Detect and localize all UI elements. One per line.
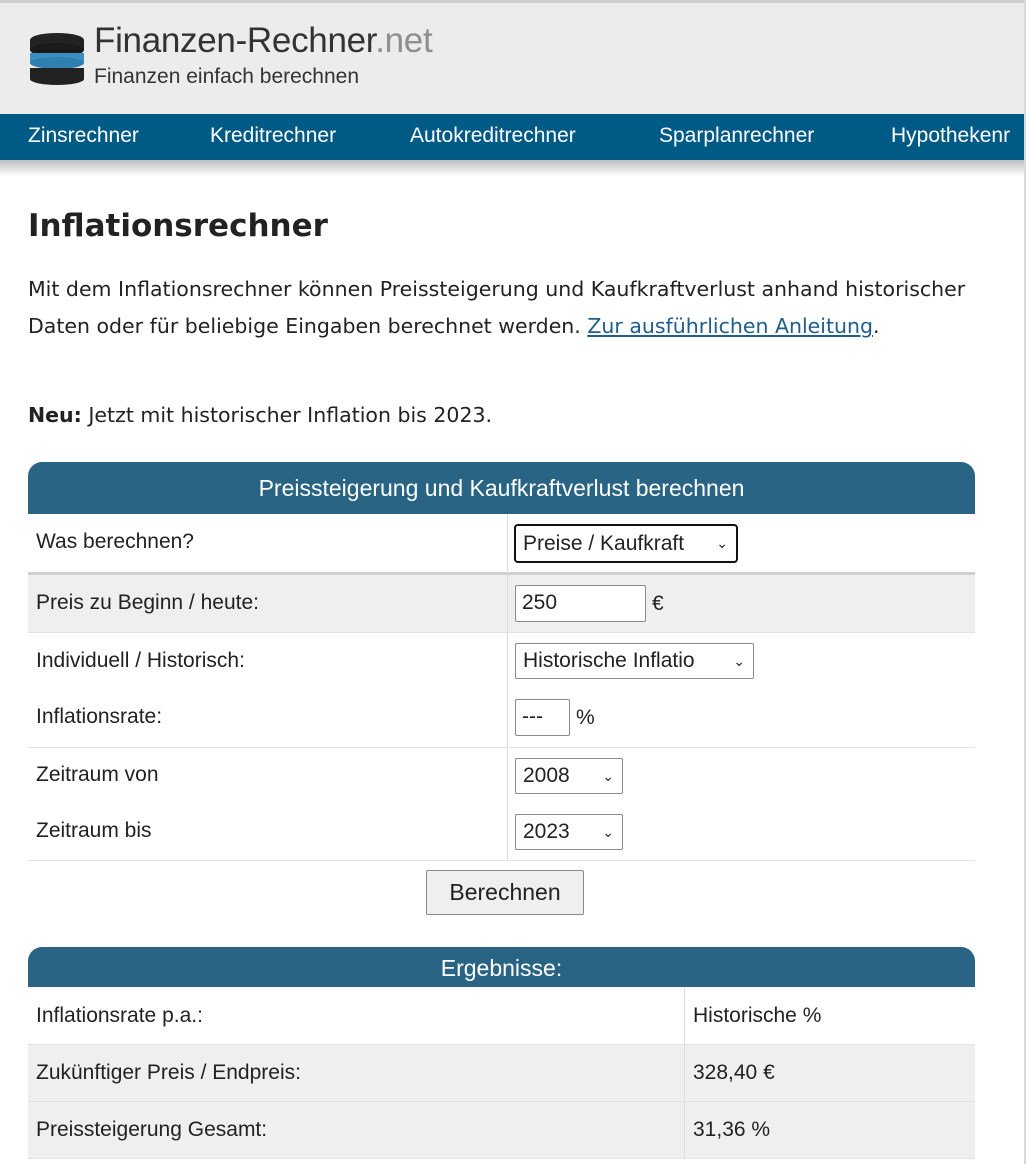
- main-nav: Zinsrechner Kreditrechner Autokreditrech…: [0, 114, 1026, 160]
- result-divider: [684, 1045, 685, 1101]
- preis-label: Preis zu Beginn / heute:: [36, 591, 259, 614]
- row-zeitraum: [28, 748, 975, 861]
- inflationsrate-label: Inflationsrate:: [36, 705, 163, 728]
- inflationsrate-input[interactable]: ---: [515, 699, 570, 736]
- site-logo-title[interactable]: Finanzen-Rechner.net: [94, 21, 433, 61]
- zeitraum-von-label: Zeitraum von: [36, 763, 159, 786]
- nav-shadow: [0, 160, 1026, 176]
- intro-paragraph: Mit dem Inflationsrechner können Preisst…: [28, 277, 966, 338]
- news-line: Neu: Jetzt mit historischer Inflation bi…: [28, 403, 493, 427]
- chevron-down-icon: ⌄: [716, 535, 728, 551]
- chevron-down-icon: ⌄: [602, 768, 614, 784]
- zeitraum-von-select[interactable]: 2008 ⌄: [515, 758, 623, 794]
- percent-unit: %: [576, 706, 595, 729]
- page-title: Inflationsrechner: [28, 208, 328, 244]
- result-value-endpreis: 328,40 €: [693, 1061, 775, 1084]
- nav-item-zinsrechner[interactable]: Zinsrechner: [28, 114, 139, 160]
- result-row: Preissteigerung Gesamt: 31,36 %: [28, 1102, 975, 1159]
- was-berechnen-select[interactable]: Preise / Kaufkraft ⌄: [514, 524, 738, 563]
- nav-item-autokreditrechner[interactable]: Autokreditrechner: [410, 114, 576, 160]
- preis-input[interactable]: 250: [515, 585, 646, 622]
- inflation-mode-select[interactable]: Historische Inflatio ⌄: [515, 643, 754, 679]
- nav-item-hypothekenrechner[interactable]: Hypothekenr: [891, 114, 1010, 160]
- individuell-historisch-label: Individuell / Historisch:: [36, 649, 245, 672]
- instructions-link[interactable]: Zur ausführlichen Anleitung: [587, 314, 873, 338]
- result-row: Inflationsrate p.a.: Historische %: [28, 988, 975, 1045]
- calculator-box-header: Preissteigerung und Kaufkraftverlust ber…: [28, 462, 975, 514]
- results-box-header: Ergebnisse:: [28, 947, 975, 987]
- result-divider: [684, 988, 685, 1044]
- zeitraum-bis-label: Zeitraum bis: [36, 819, 152, 842]
- form-column-divider: [507, 514, 508, 860]
- news-label: Neu:: [28, 403, 82, 427]
- site-logo-tld: .net: [375, 21, 433, 60]
- nav-item-kreditrechner[interactable]: Kreditrechner: [210, 114, 336, 160]
- berechnen-button[interactable]: Berechnen: [426, 870, 584, 915]
- site-tagline: Finanzen einfach berechnen: [94, 65, 360, 88]
- nav-item-sparplanrechner[interactable]: Sparplanrechner: [659, 114, 814, 160]
- chevron-down-icon: ⌄: [602, 824, 614, 840]
- result-row: Zukünftiger Preis / Endpreis: 328,40 €: [28, 1045, 975, 1102]
- zeitraum-bis-select[interactable]: 2023 ⌄: [515, 814, 623, 850]
- result-label-preissteigerung: Preissteigerung Gesamt:: [36, 1118, 268, 1141]
- euro-unit: €: [652, 592, 664, 615]
- result-label-inflationsrate: Inflationsrate p.a.:: [36, 1004, 203, 1027]
- result-value-inflationsrate: Historische %: [693, 1004, 822, 1027]
- result-value-preissteigerung: 31,36 %: [693, 1118, 771, 1141]
- site-header: Finanzen-Rechner.net Finanzen einfach be…: [0, 3, 1026, 114]
- coin-stack-logo-icon: [30, 33, 84, 85]
- result-divider: [684, 1102, 685, 1158]
- chevron-down-icon: ⌄: [733, 653, 745, 669]
- result-label-endpreis: Zukünftiger Preis / Endpreis:: [36, 1061, 301, 1084]
- was-berechnen-label: Was berechnen?: [36, 530, 194, 553]
